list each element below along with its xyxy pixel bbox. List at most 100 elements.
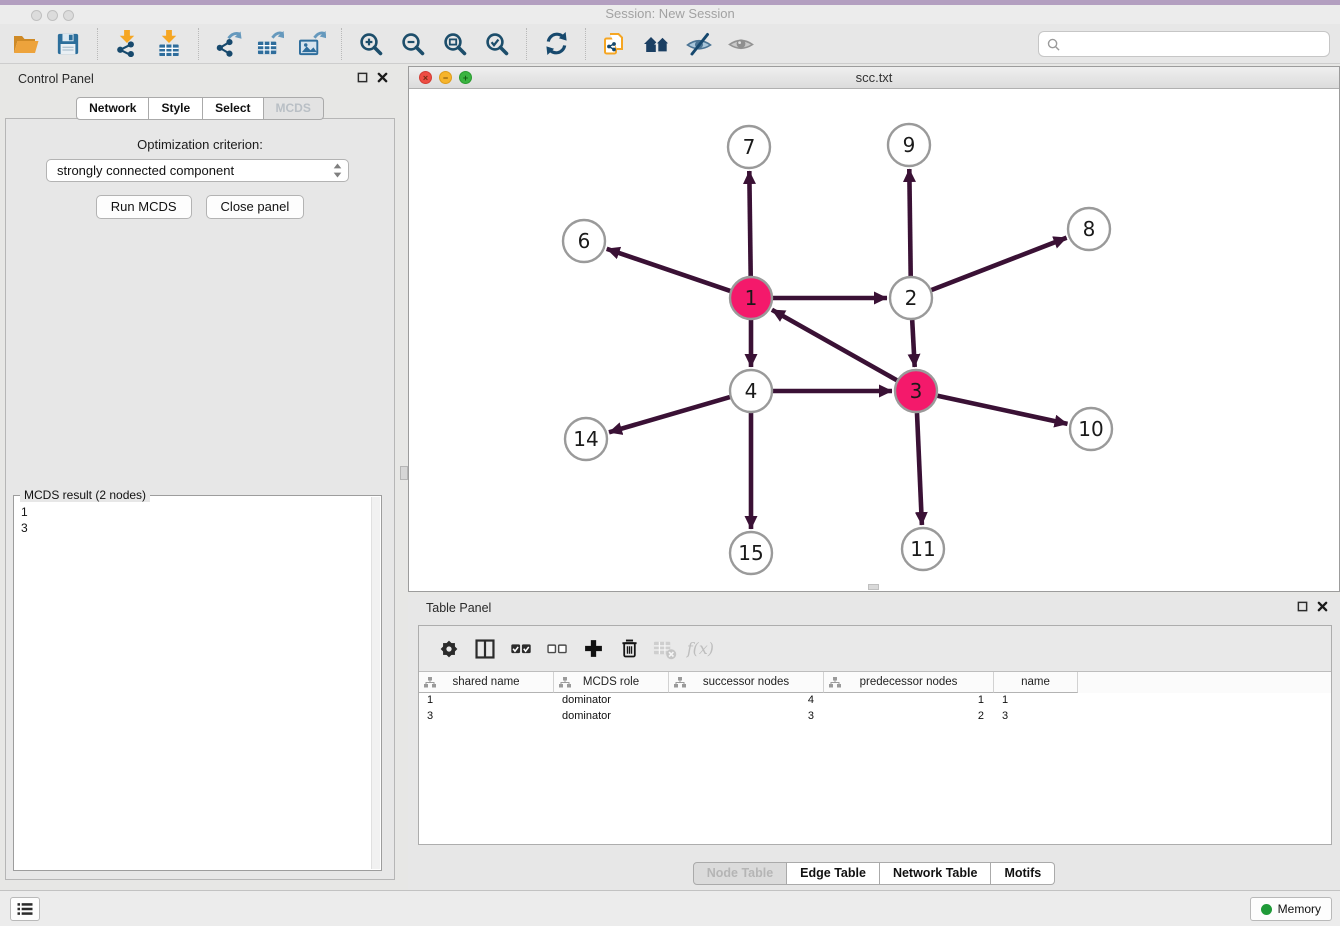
tab-mcds[interactable]: MCDS — [264, 97, 324, 120]
node-15[interactable]: 15 — [730, 532, 772, 574]
table-cell[interactable]: 3 — [669, 709, 824, 725]
save-icon[interactable] — [51, 27, 85, 61]
table-panel: Table Panel f(x) shared nameMCDS rolesuc… — [408, 595, 1340, 890]
task-history-button[interactable] — [10, 897, 40, 921]
clear-selection-icon[interactable] — [542, 634, 572, 664]
svg-text:1: 1 — [745, 286, 758, 310]
houses-icon[interactable] — [640, 27, 674, 61]
select-all-icon[interactable] — [506, 634, 536, 664]
column-header-name[interactable]: name — [994, 672, 1078, 693]
search-input[interactable] — [1066, 37, 1321, 51]
tab-style[interactable]: Style — [149, 97, 203, 120]
table-cell[interactable]: 4 — [669, 693, 824, 709]
zoom-out-icon[interactable] — [396, 27, 430, 61]
divider-grip-icon[interactable] — [400, 466, 408, 480]
table-cell[interactable]: dominator — [554, 693, 669, 709]
gear-icon[interactable] — [434, 634, 464, 664]
network-canvas[interactable]: 7 9 6 8 1 2 4 3 14 10 15 11 — [409, 89, 1339, 591]
node-14[interactable]: 14 — [565, 418, 607, 460]
svg-text:4: 4 — [745, 379, 758, 403]
eye-show-icon[interactable] — [724, 27, 758, 61]
network-graph[interactable]: 7 9 6 8 1 2 4 3 14 10 15 11 — [409, 89, 1339, 591]
refresh-icon[interactable] — [539, 27, 573, 61]
window-resize-grip[interactable] — [868, 584, 879, 590]
table-cell[interactable]: 2 — [824, 709, 994, 725]
node-10[interactable]: 10 — [1070, 408, 1112, 450]
table-cell[interactable]: dominator — [554, 709, 669, 725]
eye-hide-icon[interactable] — [682, 27, 716, 61]
edge-2-8[interactable] — [932, 238, 1067, 290]
edge-1-6[interactable] — [607, 249, 731, 291]
table-row[interactable]: 3dominator323 — [419, 709, 1331, 725]
mcds-result-text[interactable]: 13 — [15, 502, 371, 869]
close-panel-icon[interactable] — [377, 72, 388, 83]
node-4[interactable]: 4 — [730, 370, 772, 412]
table-cell[interactable]: 1 — [824, 693, 994, 709]
node-2[interactable]: 2 — [890, 277, 932, 319]
node-7[interactable]: 7 — [728, 126, 770, 168]
node-6[interactable]: 6 — [563, 220, 605, 262]
svg-text:3: 3 — [910, 379, 923, 403]
svg-text:8: 8 — [1083, 217, 1096, 241]
delete-column-icon[interactable] — [614, 634, 644, 664]
mcds-panel-body: Optimization criterion: strongly connect… — [5, 118, 395, 880]
split-columns-icon[interactable] — [470, 634, 500, 664]
result-scrollbar[interactable] — [371, 497, 380, 869]
export-table-icon[interactable] — [253, 27, 287, 61]
export-image-icon[interactable] — [295, 27, 329, 61]
column-header-MCDS-role[interactable]: MCDS role — [554, 672, 669, 693]
svg-text:6: 6 — [578, 229, 591, 253]
node-8[interactable]: 8 — [1068, 208, 1110, 250]
edge-2-9[interactable] — [909, 169, 910, 276]
network-window-titlebar[interactable]: ×−+ scc.txt — [409, 67, 1339, 89]
tab-edge-table[interactable]: Edge Table — [787, 862, 880, 885]
column-header-predecessor-nodes[interactable]: predecessor nodes — [824, 672, 994, 693]
table-cell[interactable]: 3 — [419, 709, 554, 725]
run-mcds-button[interactable]: Run MCDS — [96, 195, 192, 219]
export-network-icon[interactable] — [211, 27, 245, 61]
open-folder-icon[interactable] — [9, 27, 43, 61]
close-table-panel-icon[interactable] — [1317, 601, 1328, 612]
workspace: Control Panel NetworkStyleSelectMCDS Opt… — [0, 64, 1340, 890]
memory-button[interactable]: Memory — [1250, 897, 1332, 921]
zoom-selected-icon[interactable] — [480, 27, 514, 61]
close-panel-button[interactable]: Close panel — [206, 195, 305, 219]
table-cell[interactable]: 3 — [994, 709, 1078, 725]
table-cell[interactable]: 1 — [994, 693, 1078, 709]
node-3[interactable]: 3 — [895, 370, 937, 412]
add-column-icon[interactable] — [578, 634, 608, 664]
edge-2-3[interactable] — [912, 320, 915, 367]
tab-select[interactable]: Select — [203, 97, 263, 120]
column-header-successor-nodes[interactable]: successor nodes — [669, 672, 824, 693]
tab-network[interactable]: Network — [76, 97, 149, 120]
edge-3-10[interactable] — [938, 396, 1068, 424]
node-11[interactable]: 11 — [902, 528, 944, 570]
titlebar[interactable]: Session: New Session — [0, 5, 1340, 24]
edge-3-1[interactable] — [772, 310, 897, 380]
zoom-fit-icon[interactable] — [438, 27, 472, 61]
tab-network-table[interactable]: Network Table — [880, 862, 992, 885]
float-panel-icon[interactable] — [357, 72, 368, 83]
tab-motifs[interactable]: Motifs — [991, 862, 1055, 885]
optimization-criterion-select[interactable]: strongly connected component — [46, 159, 349, 182]
mcds-result-title: MCDS result (2 nodes) — [20, 488, 150, 502]
edge-4-14[interactable] — [609, 397, 730, 432]
import-table-icon[interactable] — [152, 27, 186, 61]
search-field[interactable] — [1038, 31, 1330, 57]
table-toolbar: f(x) — [419, 626, 1331, 672]
edge-1-7[interactable] — [749, 171, 750, 276]
zoom-in-icon[interactable] — [354, 27, 388, 61]
edge-3-11[interactable] — [917, 413, 922, 525]
table-cell[interactable]: 1 — [419, 693, 554, 709]
column-header-shared-name[interactable]: shared name — [419, 672, 554, 693]
duplicate-network-icon[interactable] — [598, 27, 632, 61]
panel-divider[interactable] — [400, 64, 408, 890]
node-9[interactable]: 9 — [888, 124, 930, 166]
svg-text:15: 15 — [738, 541, 763, 565]
tab-node-table[interactable]: Node Table — [693, 862, 787, 885]
table-row[interactable]: 1dominator411 — [419, 693, 1331, 709]
import-network-icon[interactable] — [110, 27, 144, 61]
table-panel-title: Table Panel — [426, 601, 491, 615]
node-1[interactable]: 1 — [730, 277, 772, 319]
float-table-panel-icon[interactable] — [1297, 601, 1308, 612]
